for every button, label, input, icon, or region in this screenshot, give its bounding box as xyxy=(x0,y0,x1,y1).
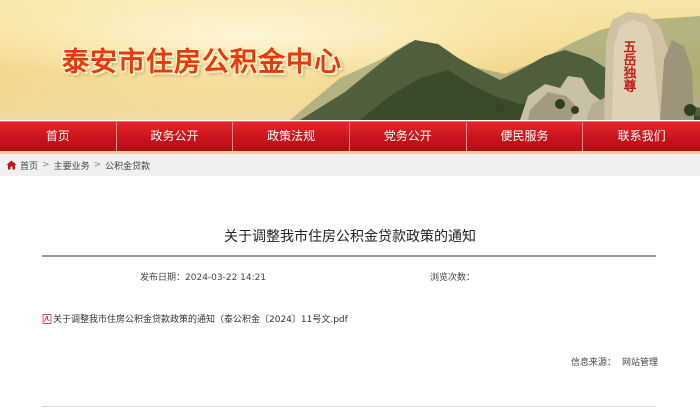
publish-date-value: 2024-03-22 14:21 xyxy=(185,273,267,283)
view-count: 浏览次数： xyxy=(430,270,475,283)
nav-item-contact[interactable]: 联系我们 xyxy=(583,122,700,152)
nav-item-party-affairs[interactable]: 党务公开 xyxy=(350,122,467,152)
info-source: 信息来源： 网站管理 xyxy=(571,355,658,368)
info-source-label: 信息来源： xyxy=(570,358,616,368)
site-title: 泰安市住房公积金中心 xyxy=(62,47,342,78)
breadcrumb-home[interactable]: 首页 xyxy=(20,159,38,172)
breadcrumb-separator: > xyxy=(42,160,50,170)
publish-date-label: 发布日期： xyxy=(140,273,186,283)
attachment-name[interactable]: 关于调整我市住房公积金贷款政策的通知（泰公积金〔2024〕11号文.pdf xyxy=(53,312,348,325)
stone-inscription: 五岳独尊 xyxy=(621,40,637,93)
breadcrumb-separator: > xyxy=(93,160,102,170)
breadcrumb-loan[interactable]: 公积金贷款 xyxy=(105,159,150,172)
article-title: 关于调整我市住房公积金贷款政策的通知 xyxy=(224,229,476,245)
header-banner: 五岳独尊 泰安市住房公积金中心 xyxy=(0,0,700,120)
nav-item-policies[interactable]: 政策法规 xyxy=(233,122,350,152)
bottom-divider xyxy=(42,406,656,407)
nav-item-home[interactable]: 首页 xyxy=(0,122,117,152)
nav-item-government-affairs[interactable]: 政务公开 xyxy=(117,122,234,152)
breadcrumb-main-business[interactable]: 主要业务 xyxy=(54,159,90,172)
nav-item-services[interactable]: 便民服务 xyxy=(467,122,584,152)
main-nav: 首页 政务公开 政策法规 党务公开 便民服务 联系我们 xyxy=(0,121,700,152)
view-count-label: 浏览次数： xyxy=(430,273,476,283)
info-source-value: 网站管理 xyxy=(621,358,658,368)
title-divider xyxy=(42,255,656,257)
home-icon xyxy=(6,160,17,170)
breadcrumb: 首页 > 主要业务 > 公积金贷款 xyxy=(0,154,700,176)
publish-date: 发布日期：2024-03-22 14:21 xyxy=(140,270,266,283)
pdf-icon xyxy=(42,313,52,324)
attachment-link[interactable]: 关于调整我市住房公积金贷款政策的通知（泰公积金〔2024〕11号文.pdf xyxy=(42,312,348,325)
